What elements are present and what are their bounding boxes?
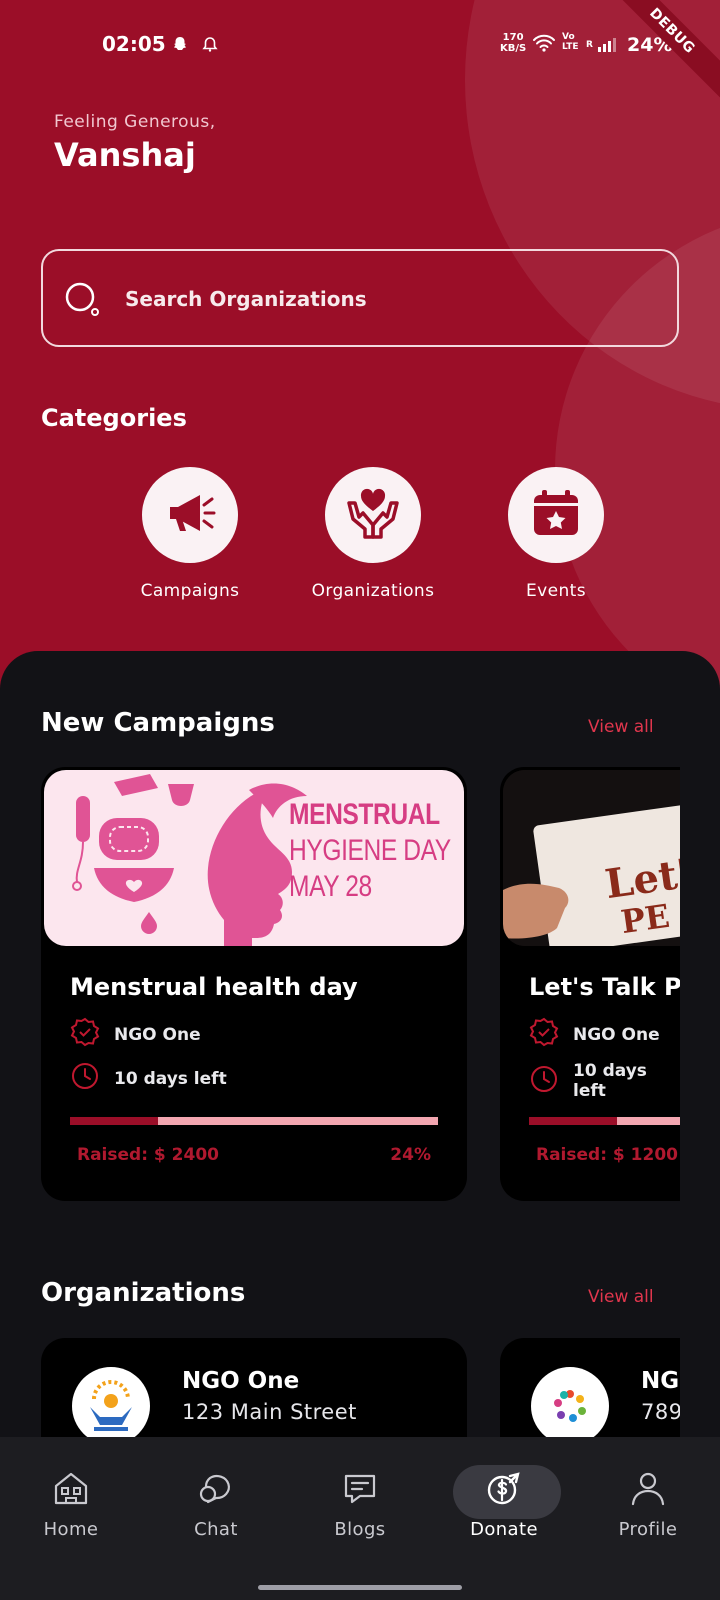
organization-card[interactable]: NGO One 123 Main Street — [41, 1338, 467, 1438]
banner-line2: HYGIENE DAY — [289, 834, 451, 867]
hands-heart-icon — [343, 483, 403, 547]
campaigns-view-all-link[interactable]: View all — [588, 717, 654, 737]
nav-donate[interactable]: Donate — [444, 1465, 564, 1540]
progress-bar — [70, 1117, 438, 1125]
nav-label: Chat — [194, 1519, 238, 1540]
progress-bar — [529, 1117, 680, 1125]
wifi-icon — [532, 34, 556, 52]
net-speed-unit: KB/S — [500, 43, 527, 54]
chat-icon — [156, 1467, 276, 1509]
organization-logo — [531, 1367, 609, 1438]
verified-badge-icon — [70, 1017, 114, 1052]
campaign-deadline: 10 days left — [70, 1061, 227, 1096]
campaign-card[interactable]: Let's PE Let's Talk Periods NGO One 10 d… — [500, 767, 680, 1201]
clock-icon — [70, 1061, 114, 1096]
organization-address: 789 — [641, 1400, 680, 1424]
campaign-deadline: 10 days left — [529, 1061, 680, 1101]
search-input[interactable]: Search Organizations — [41, 249, 679, 347]
organization-address: 123 Main Street — [182, 1400, 357, 1424]
search-placeholder: Search Organizations — [125, 287, 367, 311]
raised-percent: 24% — [390, 1145, 431, 1165]
campaign-title: Menstrual health day — [70, 973, 358, 1001]
category-label: Organizations — [311, 581, 435, 601]
snapchat-icon — [172, 36, 188, 56]
campaign-org: NGO One — [529, 1017, 660, 1052]
nav-label: Blogs — [334, 1519, 386, 1540]
net-speed: 170 KB/S — [500, 32, 526, 54]
nav-label: Home — [43, 1519, 99, 1540]
days-left-text: 10 days left — [114, 1068, 227, 1089]
progress-fill — [529, 1117, 618, 1125]
campaign-title: Let's Talk Periods — [529, 973, 680, 1001]
net-speed-value: 170 — [502, 32, 524, 43]
user-name: Vanshaj — [54, 136, 196, 174]
campaign-org: NGO One — [70, 1017, 201, 1052]
search-icon — [65, 282, 99, 316]
campaign-org-name: NGO One — [114, 1024, 201, 1045]
campaign-banner-image: Let's PE — [503, 770, 680, 946]
roaming-indicator: R — [586, 40, 593, 50]
category-organizations[interactable]: Organizations — [293, 467, 453, 601]
signal-icon — [598, 38, 616, 52]
nav-home[interactable]: Home — [11, 1467, 131, 1540]
clock-icon — [529, 1064, 573, 1099]
organization-card[interactable]: NG 789 — [500, 1338, 680, 1438]
megaphone-icon — [162, 485, 218, 545]
organization-name: NG — [641, 1368, 680, 1394]
category-disc — [508, 467, 604, 563]
campaign-banner-image: MENSTRUAL HYGIENE DAY MAY 28 — [44, 770, 464, 946]
nav-profile[interactable]: Profile — [588, 1467, 708, 1540]
volte-indicator: Vo LTE — [562, 32, 579, 52]
new-campaigns-title: New Campaigns — [41, 708, 275, 738]
greeting-text: Feeling Generous, — [54, 112, 216, 132]
category-campaigns[interactable]: Campaigns — [110, 467, 270, 601]
profile-icon — [588, 1467, 708, 1509]
raised-amount: Raised: $ 1200 — [536, 1145, 678, 1165]
alarm-icon — [202, 36, 218, 56]
progress-fill — [70, 1117, 159, 1125]
banner-line1: MENSTRUAL — [289, 798, 440, 831]
nav-chat[interactable]: Chat — [156, 1467, 276, 1540]
gesture-home-indicator[interactable] — [258, 1585, 462, 1590]
category-disc — [325, 467, 421, 563]
banner-text-2: PE — [618, 896, 672, 942]
category-disc — [142, 467, 238, 563]
status-time: 02:05 — [102, 32, 166, 56]
category-events[interactable]: Events — [476, 467, 636, 601]
organizations-title: Organizations — [41, 1278, 246, 1308]
organization-name: NGO One — [182, 1368, 300, 1394]
verified-badge-icon — [529, 1017, 573, 1052]
blogs-icon — [300, 1467, 420, 1509]
home-icon — [11, 1467, 131, 1509]
organization-logo — [72, 1367, 150, 1438]
bottom-navigation: Home Chat Blogs Donate Profile — [0, 1437, 720, 1600]
nav-label: Donate — [470, 1519, 538, 1540]
organizations-view-all-link[interactable]: View all — [588, 1287, 654, 1307]
campaign-org-name: NGO One — [573, 1024, 660, 1045]
volte-bottom: LTE — [562, 42, 579, 52]
volte-top: Vo — [562, 32, 575, 42]
nav-label: Profile — [618, 1519, 678, 1540]
nav-blogs[interactable]: Blogs — [300, 1467, 420, 1540]
categories-title: Categories — [41, 404, 187, 432]
category-label: Events — [526, 581, 586, 601]
campaign-card[interactable]: MENSTRUAL HYGIENE DAY MAY 28 Menstrual h… — [41, 767, 467, 1201]
raised-amount: Raised: $ 2400 — [77, 1145, 219, 1165]
calendar-star-icon — [530, 487, 582, 543]
days-left-text: 10 days left — [573, 1061, 647, 1101]
status-bar: 02:05 170 KB/S Vo LTE R 24% — [0, 28, 720, 64]
category-label: Campaigns — [140, 581, 240, 601]
donate-icon — [444, 1467, 564, 1509]
banner-line3: MAY 28 — [289, 870, 372, 903]
